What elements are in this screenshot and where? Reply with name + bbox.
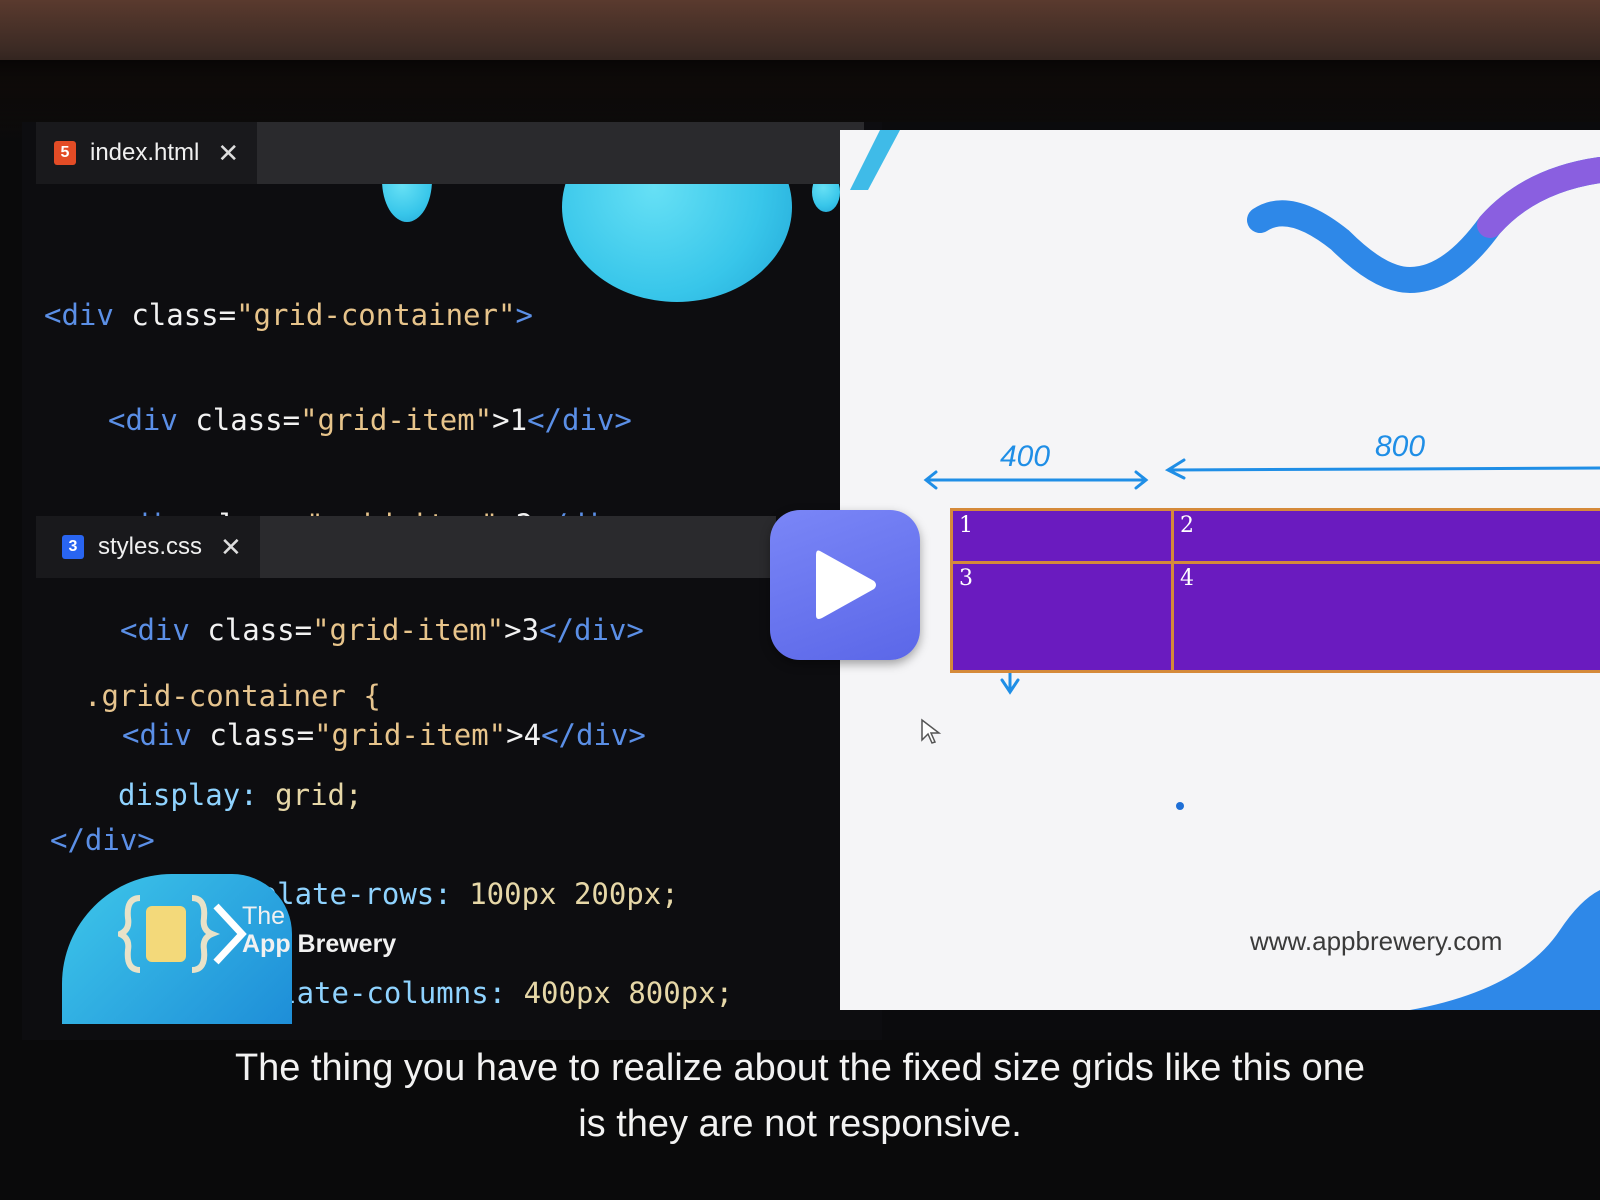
code-line: display: grid; [84,779,733,812]
code-editor-panel: 5 index.html ✕ <div class="grid-containe… [22,122,882,1040]
code-token: 400px 800px; [506,976,734,1010]
code-token: > [515,298,533,332]
tab-label: index.html [90,139,200,166]
code-token: <div [44,298,132,332]
grid-cell-3: 3 [950,561,1174,673]
code-token: "grid-container" [236,298,516,332]
logo-line-2: App Brewery [242,930,397,958]
width-label-800: 800 [1375,430,1426,463]
code-line: <div class="grid-container"> [44,298,646,333]
code-token: class= [195,403,301,437]
width-label-400: 400 [1000,440,1051,473]
whiteboard-panel: 400 800 100 200 1 2 3 4 www.appbrewery.c… [840,130,1600,1010]
subtitle-caption: The thing you have to realize about the … [0,1040,1600,1152]
caption-line-1: The thing you have to realize about the … [234,1047,1366,1089]
css3-icon: 3 [62,535,84,559]
css-tabbar: 3 styles.css ✕ [36,516,776,578]
code-token: grid; [257,778,363,812]
tab-label: styles.css [98,533,203,560]
code-line: <div class="grid-item">1</div> [44,403,646,438]
cursor-icon [921,718,942,744]
code-token: </div> [527,403,632,437]
code-token: 100px 200px; [451,877,679,911]
code-line: .grid-container { [84,680,733,713]
video-frame[interactable]: 5 index.html ✕ <div class="grid-containe… [22,122,1600,1040]
html-tabbar: 5 index.html ✕ [36,122,864,184]
close-icon[interactable]: ✕ [220,532,242,563]
code-token: .grid-container { [84,679,381,713]
pen-dot [1176,802,1184,810]
play-icon [816,550,876,619]
code-token: "grid-item" [300,403,493,437]
play-button[interactable] [770,510,920,660]
grid-demo: 1 2 3 4 [950,508,1600,676]
html5-icon: 5 [54,141,76,165]
grid-cell-1: 1 [950,508,1174,564]
site-url: www.appbrewery.com [1250,926,1503,956]
close-icon[interactable]: ✕ [217,138,239,169]
code-token: class= [131,298,237,332]
tab-styles-css[interactable]: 3 styles.css ✕ [36,516,260,578]
code-token: >1 [492,403,528,437]
brackets-mug-icon [118,895,247,973]
tab-index-html[interactable]: 5 index.html ✕ [36,122,258,184]
logo-text: The App Brewery [242,902,396,958]
code-token: <div [108,403,196,437]
caption-line-2: is they are not responsive. [578,1103,1022,1145]
grid-cell-4: 4 [1171,561,1600,673]
logo-line-1: The [242,902,286,930]
app-brewery-logo: The App Brewery [62,874,442,1024]
code-token: display: [118,778,258,812]
grid-cell-2: 2 [1171,508,1600,564]
